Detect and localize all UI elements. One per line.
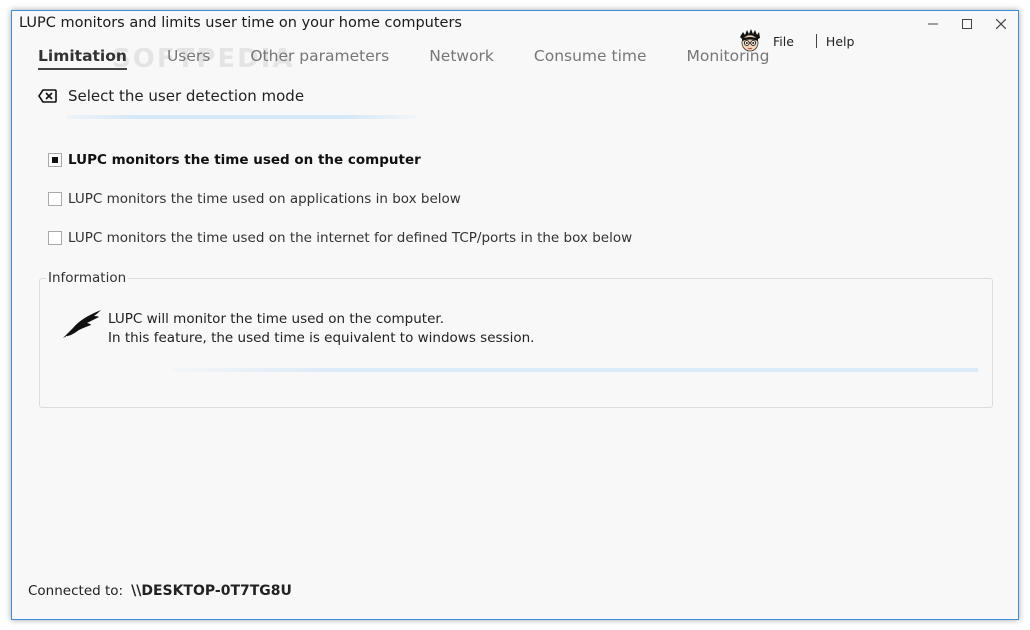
option-monitor-applications[interactable]: LUPC monitors the time used on applicati… xyxy=(48,191,461,207)
status-label: Connected to: xyxy=(28,583,124,599)
minimize-button[interactable] xyxy=(916,11,950,37)
top-menu: File Help xyxy=(738,29,854,53)
option-monitor-computer[interactable]: LUPC monitors the time used on the compu… xyxy=(48,152,421,168)
section-title: Select the user detection mode xyxy=(68,87,305,105)
menu-file[interactable]: File xyxy=(773,34,794,49)
information-text: LUPC will monitor the time used on the c… xyxy=(108,310,534,348)
menu-separator xyxy=(815,34,817,48)
status-computer-name: \\DESKTOP-0T7TG8U xyxy=(131,583,292,599)
minimize-icon xyxy=(928,23,938,25)
app-window: LUPC monitors and limits user time on yo… xyxy=(11,10,1019,620)
tab-other-parameters[interactable]: Other parameters xyxy=(250,47,389,70)
status-bar: Connected to: \\DESKTOP-0T7TG8U xyxy=(28,583,292,599)
close-box-icon xyxy=(38,89,57,103)
checkbox-monitor-internet[interactable] xyxy=(48,231,62,245)
tab-limitation[interactable]: Limitation xyxy=(38,47,127,70)
information-line-1: LUPC will monitor the time used on the c… xyxy=(108,311,444,327)
option-label: LUPC monitors the time used on applicati… xyxy=(68,191,461,207)
cartoon-avatar-icon[interactable] xyxy=(738,29,762,53)
checkbox-monitor-computer[interactable] xyxy=(48,153,62,167)
maximize-button[interactable] xyxy=(950,11,984,37)
quill-icon xyxy=(58,310,101,343)
menu-help[interactable]: Help xyxy=(826,34,855,49)
information-line-2: In this feature, the used time is equiva… xyxy=(108,330,535,346)
option-monitor-internet[interactable]: LUPC monitors the time used on the inter… xyxy=(48,230,632,246)
close-icon xyxy=(996,19,1006,29)
tab-users[interactable]: Users xyxy=(167,47,210,70)
close-button[interactable] xyxy=(984,11,1018,37)
maximize-icon xyxy=(962,19,972,29)
checkbox-monitor-applications[interactable] xyxy=(48,192,62,206)
option-label: LUPC monitors the time used on the inter… xyxy=(68,230,633,246)
information-legend: Information xyxy=(46,270,129,286)
tab-network[interactable]: Network xyxy=(429,47,494,70)
information-underline xyxy=(172,368,978,372)
window-controls xyxy=(916,11,1018,37)
tab-consume-time[interactable]: Consume time xyxy=(534,47,647,70)
section-underline xyxy=(67,115,417,119)
tab-bar: Limitation Users Other parameters Networ… xyxy=(38,47,769,70)
window-title: LUPC monitors and limits user time on yo… xyxy=(19,15,462,31)
section-header: Select the user detection mode xyxy=(38,87,304,105)
option-label: LUPC monitors the time used on the compu… xyxy=(68,152,421,168)
